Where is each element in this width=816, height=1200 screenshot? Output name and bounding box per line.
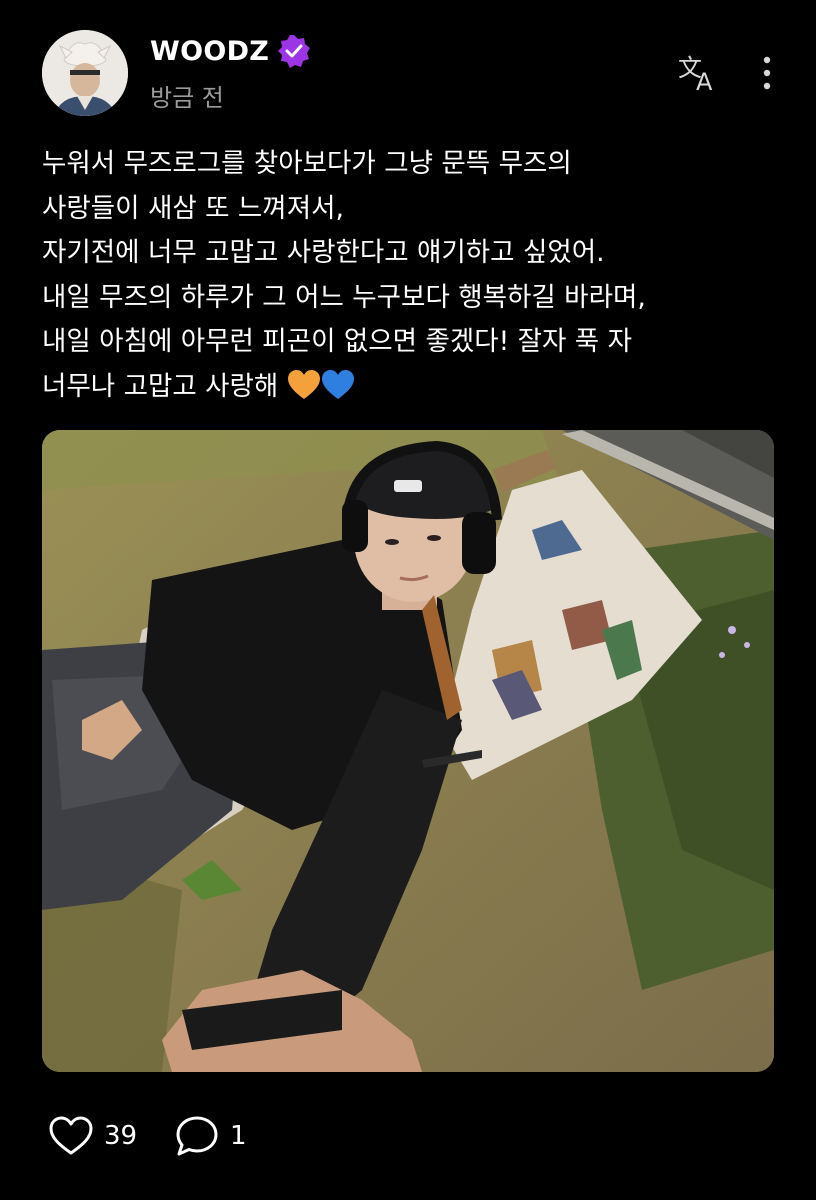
verified-badge-icon	[277, 34, 311, 68]
post-body-last-line: 너무나 고맙고 사랑해	[42, 365, 782, 410]
post-body-line: 내일 아침에 아무런 피곤이 없으면 좋겠다! 잘자 푹 자	[42, 326, 632, 358]
author-name[interactable]: WOODZ	[150, 36, 269, 67]
post-body-line: 자기전에 너무 고맙고 사랑한다고 얘기하고 싶었어.	[42, 237, 605, 269]
profile-avatar[interactable]	[42, 30, 128, 116]
post-photo[interactable]	[42, 430, 774, 1072]
like-count: 39	[104, 1121, 138, 1151]
comment-count: 1	[230, 1121, 247, 1151]
translate-icon[interactable]: 文 A	[676, 50, 722, 96]
post-body-line: 누워서 무즈로그를 찾아보다가 그냥 문뜩 무즈의	[42, 148, 572, 179]
author-name-row[interactable]: WOODZ	[150, 34, 311, 68]
blue-heart-icon	[321, 369, 355, 401]
post-card: WOODZ 방금 전 文 A 누워서 무즈로그를 찾아보다가 그냥 문뜩 무즈의…	[0, 0, 816, 1200]
post-body: 누워서 무즈로그를 찾아보다가 그냥 문뜩 무즈의 사랑들이 새삼 또 느껴져서…	[42, 142, 782, 410]
svg-text:A: A	[696, 68, 713, 96]
heart-outline-icon	[49, 1116, 93, 1155]
post-timestamp: 방금 전	[150, 84, 224, 112]
comment-button[interactable]: 1	[174, 1114, 247, 1158]
post-body-line: 사랑들이 새삼 또 느껴져서,	[42, 192, 344, 224]
comment-bubble-icon	[176, 1116, 218, 1156]
more-vertical-icon[interactable]	[750, 52, 784, 96]
post-body-line: 내일 무즈의 하루가 그 어느 누구보다 행복하길 바라며,	[42, 281, 646, 313]
post-body-line: 너무나 고맙고 사랑해	[42, 370, 279, 402]
orange-heart-icon	[287, 369, 321, 401]
like-button[interactable]: 39	[48, 1114, 137, 1158]
